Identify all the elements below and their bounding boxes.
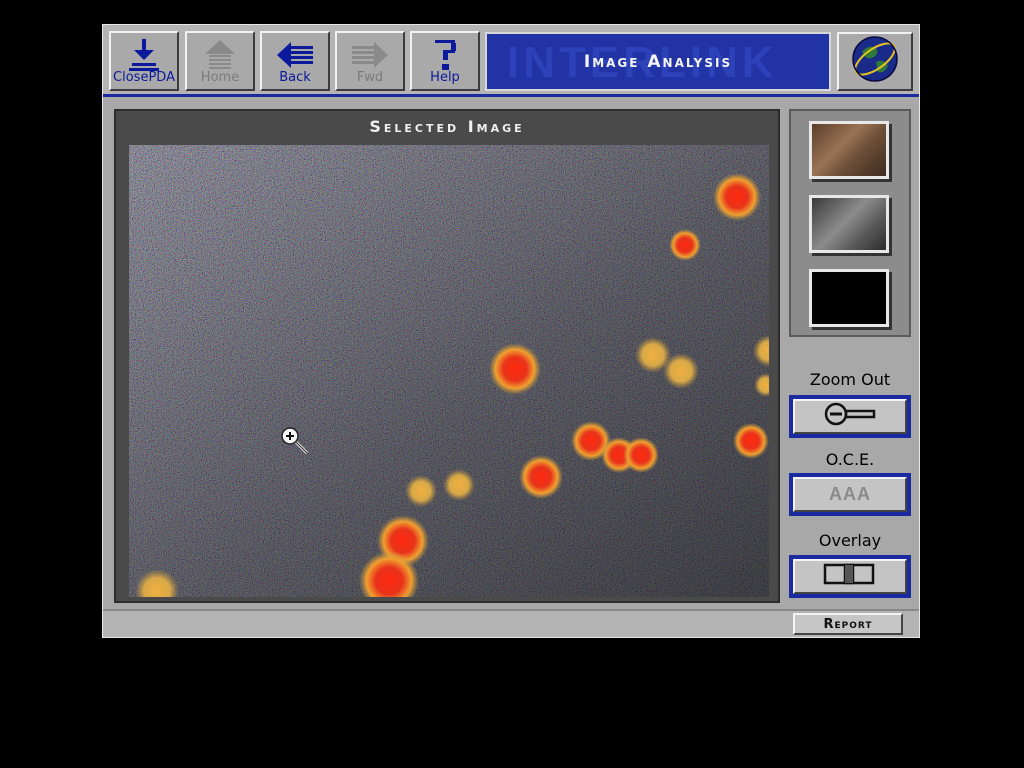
home-button[interactable]: Home	[185, 31, 255, 91]
forward-button[interactable]: Fwd	[335, 31, 405, 91]
oce-button-text: AAA	[829, 484, 871, 504]
back-label: Back	[279, 70, 311, 85]
thumbnail-3[interactable]	[809, 269, 889, 327]
home-icon	[187, 37, 253, 73]
zoom-out-label: Zoom Out	[809, 370, 891, 389]
report-button[interactable]: Report	[793, 613, 903, 635]
selected-image-panel: Selected Image	[114, 109, 780, 603]
help-icon	[412, 37, 478, 73]
zoom-out-icon	[824, 401, 876, 432]
back-arrow-icon	[262, 37, 328, 73]
home-label: Home	[200, 70, 240, 85]
zoom-out-button[interactable]	[789, 395, 911, 438]
selected-image-title: Selected Image	[369, 117, 525, 136]
page-title: Image Analysis	[583, 51, 733, 72]
close-pda-icon	[111, 37, 177, 73]
close-pda-label: ClosePDA	[113, 70, 175, 85]
oce-label: O.C.E.	[825, 450, 875, 469]
forward-arrow-icon	[337, 37, 403, 73]
help-label: Help	[430, 70, 460, 85]
overlay-icon	[823, 561, 877, 592]
thumbnail-1[interactable]	[809, 121, 889, 179]
thumbnail-2[interactable]	[809, 195, 889, 253]
globe-button[interactable]	[837, 32, 913, 91]
forward-label: Fwd	[356, 70, 384, 85]
thumbnail-strip	[789, 109, 911, 337]
close-pda-button[interactable]: ClosePDA	[109, 31, 179, 91]
toolbar: ClosePDA Home Back Fwd Help INTERLINK Im…	[103, 25, 919, 97]
magnifier-zoom-in-icon	[281, 427, 311, 457]
pda-window: ClosePDA Home Back Fwd Help INTERLINK Im…	[102, 24, 920, 638]
overlay-button[interactable]	[789, 555, 911, 598]
status-bar: Report	[103, 609, 919, 637]
overlay-label: Overlay	[818, 531, 882, 550]
analysis-image[interactable]	[129, 145, 769, 597]
oce-button[interactable]: AAA	[789, 473, 911, 516]
title-bar: INTERLINK Image Analysis	[485, 32, 831, 91]
help-button[interactable]: Help	[410, 31, 480, 91]
globe-icon	[850, 34, 900, 89]
back-button[interactable]: Back	[260, 31, 330, 91]
